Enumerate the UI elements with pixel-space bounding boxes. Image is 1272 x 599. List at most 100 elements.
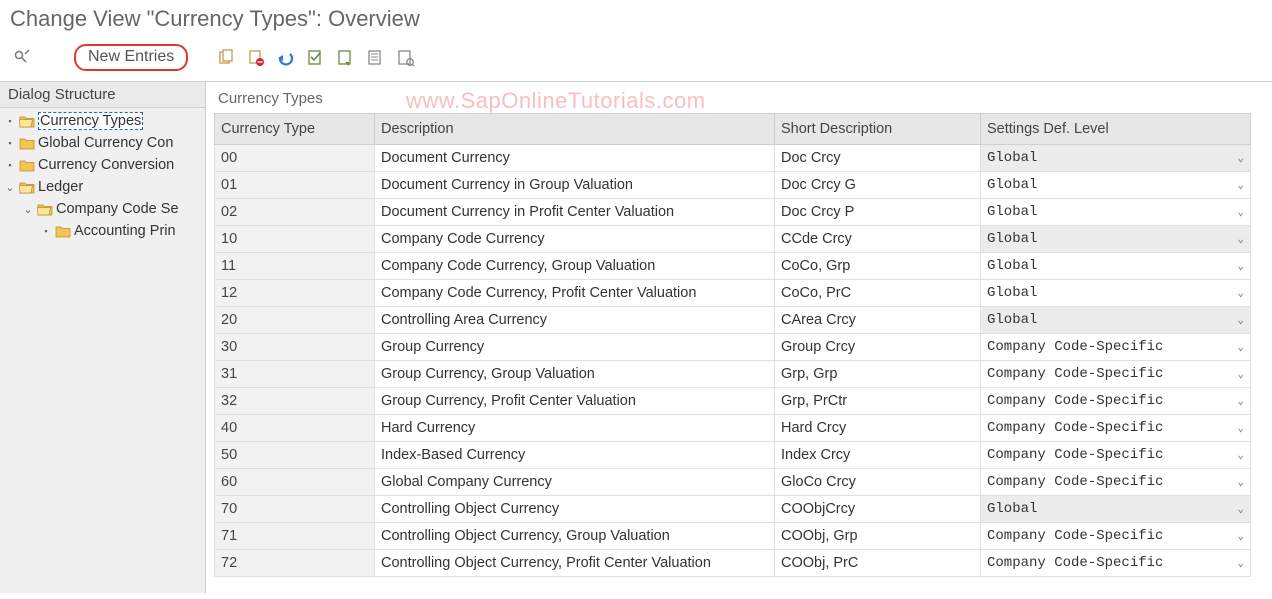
cell-currency-type[interactable]: 40 xyxy=(215,415,375,442)
cell-currency-type[interactable]: 50 xyxy=(215,442,375,469)
cell-settings-level[interactable]: Global⌄ xyxy=(981,280,1251,307)
chevron-down-icon[interactable]: ⌄ xyxy=(1237,286,1244,300)
cell-currency-type[interactable]: 01 xyxy=(215,172,375,199)
table-row[interactable]: 50Index-Based CurrencyIndex CrcyCompany … xyxy=(215,442,1251,469)
chevron-down-icon[interactable]: ⌄ xyxy=(1237,448,1244,462)
col-short-description[interactable]: Short Description xyxy=(775,114,981,145)
tree-node-label[interactable]: Currency Types xyxy=(38,112,143,130)
tree-bullet-icon: ▪ xyxy=(4,160,16,170)
cell-currency-type[interactable]: 71 xyxy=(215,523,375,550)
cell-settings-level[interactable]: Company Code-Specific⌄ xyxy=(981,442,1251,469)
table-row[interactable]: 71Controlling Object Currency, Group Val… xyxy=(215,523,1251,550)
cell-currency-type[interactable]: 11 xyxy=(215,253,375,280)
cell-settings-level[interactable]: Company Code-Specific⌄ xyxy=(981,550,1251,577)
tree-node-label[interactable]: Company Code Se xyxy=(56,201,179,217)
tree-node-label[interactable]: Ledger xyxy=(38,179,83,195)
cell-settings-level[interactable]: Global⌄ xyxy=(981,496,1251,523)
cell-settings-level[interactable]: Company Code-Specific⌄ xyxy=(981,334,1251,361)
new-entries-button[interactable]: New Entries xyxy=(74,44,188,71)
table-row[interactable]: 60Global Company CurrencyGloCo CrcyCompa… xyxy=(215,469,1251,496)
dialog-structure-panel: Dialog Structure ▪Currency Types▪Global … xyxy=(0,82,206,593)
tree-node[interactable]: ▪Accounting Prin xyxy=(4,220,203,242)
cell-settings-level[interactable]: Company Code-Specific⌄ xyxy=(981,415,1251,442)
col-currency-type[interactable]: Currency Type xyxy=(215,114,375,145)
cell-settings-level[interactable]: Company Code-Specific⌄ xyxy=(981,388,1251,415)
copy-as-icon[interactable] xyxy=(216,48,236,68)
chevron-down-icon[interactable]: ⌄ xyxy=(1237,205,1244,219)
table-row[interactable]: 10Company Code CurrencyCCde CrcyGlobal⌄ xyxy=(215,226,1251,253)
cell-currency-type[interactable]: 60 xyxy=(215,469,375,496)
cell-currency-type[interactable]: 10 xyxy=(215,226,375,253)
chevron-down-icon[interactable]: ⌄ xyxy=(1237,529,1244,543)
select-block-icon[interactable] xyxy=(336,48,356,68)
chevron-down-icon[interactable]: ⌄ xyxy=(1237,178,1244,192)
cell-currency-type[interactable]: 12 xyxy=(215,280,375,307)
tree-node-label[interactable]: Accounting Prin xyxy=(74,223,176,239)
cell-description: Controlling Object Currency xyxy=(375,496,775,523)
caret-down-icon[interactable]: ⌄ xyxy=(4,181,16,194)
table-row[interactable]: 40Hard CurrencyHard CrcyCompany Code-Spe… xyxy=(215,415,1251,442)
table-row[interactable]: 11Company Code Currency, Group Valuation… xyxy=(215,253,1251,280)
select-all-icon[interactable] xyxy=(306,48,326,68)
cell-settings-level[interactable]: Global⌄ xyxy=(981,253,1251,280)
chevron-down-icon[interactable]: ⌄ xyxy=(1237,340,1244,354)
cell-currency-type[interactable]: 31 xyxy=(215,361,375,388)
table-row[interactable]: 30Group CurrencyGroup CrcyCompany Code-S… xyxy=(215,334,1251,361)
cell-settings-level[interactable]: Global ⌄ xyxy=(981,226,1251,253)
settings-level-value: Global xyxy=(987,177,1037,193)
cell-currency-type[interactable]: 32 xyxy=(215,388,375,415)
chevron-down-icon[interactable]: ⌄ xyxy=(1237,259,1244,273)
settings-level-value: Global xyxy=(987,231,1037,247)
chevron-down-icon[interactable]: ⌄ xyxy=(1237,556,1244,570)
table-row[interactable]: 20Controlling Area CurrencyCArea CrcyGlo… xyxy=(215,307,1251,334)
display-change-icon[interactable] xyxy=(12,48,32,68)
tree-node-label[interactable]: Global Currency Con xyxy=(38,135,173,151)
chevron-down-icon[interactable]: ⌄ xyxy=(1237,151,1244,165)
cell-short-description: Grp, PrCtr xyxy=(775,388,981,415)
table-row[interactable]: 00Document CurrencyDoc CrcyGlobal⌄ xyxy=(215,145,1251,172)
cell-currency-type[interactable]: 00 xyxy=(215,145,375,172)
cell-short-description: GloCo Crcy xyxy=(775,469,981,496)
tree-node[interactable]: ⌄ Ledger xyxy=(4,176,203,198)
cell-short-description: Index Crcy xyxy=(775,442,981,469)
table-row[interactable]: 02Document Currency in Profit Center Val… xyxy=(215,199,1251,226)
tree-node[interactable]: ▪Currency Types xyxy=(4,110,203,132)
cell-settings-level[interactable]: Global⌄ xyxy=(981,145,1251,172)
cell-settings-level[interactable]: Global ⌄ xyxy=(981,172,1251,199)
tree-node[interactable]: ▪ Currency Conversion xyxy=(4,154,203,176)
cell-settings-level[interactable]: Global⌄ xyxy=(981,199,1251,226)
tree-node[interactable]: ⌄ Company Code Se xyxy=(4,198,203,220)
chevron-down-icon[interactable]: ⌄ xyxy=(1237,502,1244,516)
table-row[interactable]: 70Controlling Object CurrencyCOObjCrcyGl… xyxy=(215,496,1251,523)
cell-settings-level[interactable]: Company Code-Specific⌄ xyxy=(981,469,1251,496)
chevron-down-icon[interactable]: ⌄ xyxy=(1237,475,1244,489)
cell-currency-type[interactable]: 30 xyxy=(215,334,375,361)
cell-settings-level[interactable]: Company Code-Specific⌄ xyxy=(981,361,1251,388)
col-description[interactable]: Description xyxy=(375,114,775,145)
col-settings-level[interactable]: Settings Def. Level xyxy=(981,114,1251,145)
settings-level-value: Company Code-Specific xyxy=(987,528,1163,544)
table-row[interactable]: 72Controlling Object Currency, Profit Ce… xyxy=(215,550,1251,577)
chevron-down-icon[interactable]: ⌄ xyxy=(1237,232,1244,246)
chevron-down-icon[interactable]: ⌄ xyxy=(1237,394,1244,408)
chevron-down-icon[interactable]: ⌄ xyxy=(1237,367,1244,381)
tree-node-label[interactable]: Currency Conversion xyxy=(38,157,174,173)
cell-currency-type[interactable]: 70 xyxy=(215,496,375,523)
cell-currency-type[interactable]: 20 xyxy=(215,307,375,334)
chevron-down-icon[interactable]: ⌄ xyxy=(1237,421,1244,435)
deselect-all-icon[interactable] xyxy=(366,48,386,68)
delete-icon[interactable] xyxy=(246,48,266,68)
cell-currency-type[interactable]: 02 xyxy=(215,199,375,226)
caret-down-icon[interactable]: ⌄ xyxy=(22,203,34,216)
table-row[interactable]: 32Group Currency, Profit Center Valuatio… xyxy=(215,388,1251,415)
table-row[interactable]: 31Group Currency, Group ValuationGrp, Gr… xyxy=(215,361,1251,388)
undo-icon[interactable] xyxy=(276,48,296,68)
cell-settings-level[interactable]: Company Code-Specific ⌄ xyxy=(981,523,1251,550)
config-icon[interactable] xyxy=(396,48,416,68)
tree-node[interactable]: ▪Global Currency Con xyxy=(4,132,203,154)
cell-settings-level[interactable]: Global⌄ xyxy=(981,307,1251,334)
cell-currency-type[interactable]: 72 xyxy=(215,550,375,577)
chevron-down-icon[interactable]: ⌄ xyxy=(1237,313,1244,327)
table-row[interactable]: 01Document Currency in Group ValuationDo… xyxy=(215,172,1251,199)
table-row[interactable]: 12Company Code Currency, Profit Center V… xyxy=(215,280,1251,307)
